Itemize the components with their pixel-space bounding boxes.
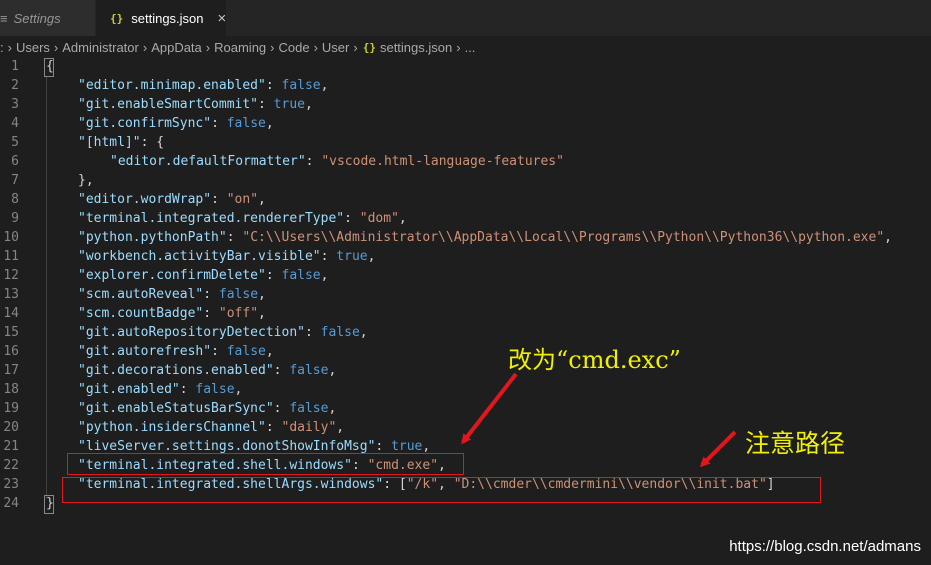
arrow-to-shellargs (699, 430, 737, 468)
annotation-change-to: 改为“cmd.exc” (508, 346, 681, 374)
annotation-arrows (461, 372, 737, 468)
watermark: https://blog.csdn.net/admans (729, 538, 921, 555)
annotation-note-path: 注意路径 (745, 429, 846, 458)
arrow-to-shell (461, 372, 518, 445)
